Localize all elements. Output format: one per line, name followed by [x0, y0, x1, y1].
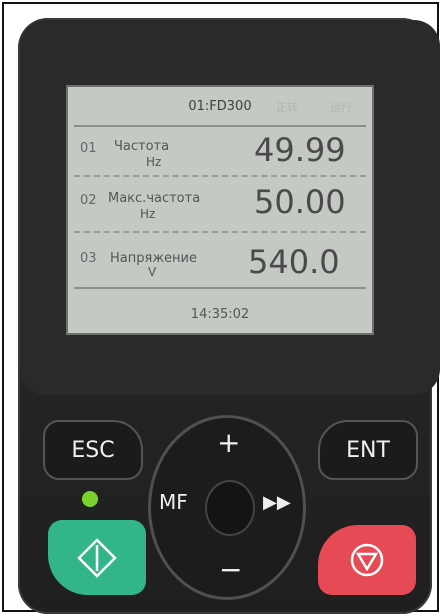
esc-button[interactable]: ESC	[43, 420, 143, 480]
param-unit: Hz	[140, 207, 156, 221]
param-num: 03	[80, 251, 97, 266]
status-ghost-2: 运行	[330, 101, 352, 114]
plus-button[interactable]: +	[217, 426, 240, 459]
circle-triangle-stop-icon	[350, 543, 384, 577]
mf-button[interactable]: MF	[159, 490, 188, 514]
param-unit: Hz	[146, 155, 162, 169]
navigation-pad: + − MF ▶▶	[148, 415, 306, 600]
row-divider	[74, 231, 366, 233]
clock-time: 14:35:02	[190, 307, 250, 322]
param-value: 540.0	[248, 243, 340, 281]
dpad-center[interactable]	[205, 480, 255, 536]
param-name: Макс.частота	[108, 191, 201, 206]
param-num: 02	[80, 193, 97, 208]
param-unit: V	[148, 265, 157, 279]
diamond-run-icon	[77, 538, 117, 578]
status-led	[82, 491, 98, 507]
minus-button[interactable]: −	[219, 553, 242, 586]
param-name: Частота	[114, 139, 170, 154]
footer-divider	[74, 287, 366, 289]
run-button[interactable]	[48, 520, 146, 595]
lcd-display: 01:FD300 正转 运行 01 Частота Hz 49.99 02 Ма…	[66, 85, 374, 335]
header-divider	[74, 125, 366, 127]
param-value: 49.99	[254, 131, 346, 169]
status-ghost-1: 正转	[276, 101, 298, 114]
row-divider	[74, 175, 366, 177]
model-label: 01:FD300	[188, 99, 252, 114]
fast-forward-icon[interactable]: ▶▶	[263, 492, 291, 513]
ent-button[interactable]: ENT	[318, 420, 418, 480]
stop-button[interactable]	[318, 525, 416, 595]
param-value: 50.00	[254, 183, 346, 221]
param-name: Напряжение	[110, 251, 197, 266]
lcd-header: 01:FD300 正转 运行	[68, 87, 372, 125]
param-num: 01	[80, 141, 97, 156]
